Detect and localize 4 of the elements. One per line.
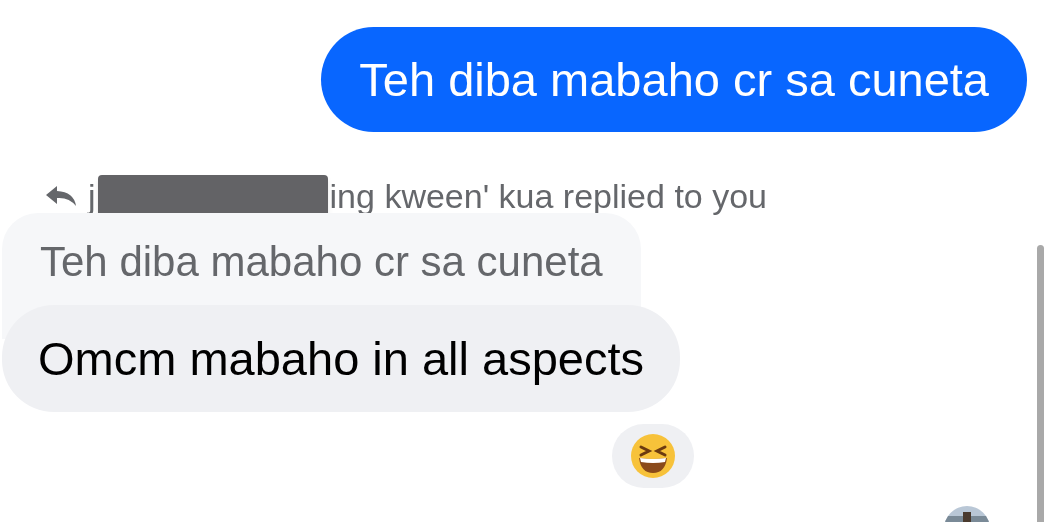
reply-icon [44,184,78,208]
sent-message: Teh diba mabaho cr sa cuneta [321,27,1027,132]
laughing-emoji-icon [630,433,676,479]
received-message: Omcm mabaho in all aspects [2,305,681,412]
